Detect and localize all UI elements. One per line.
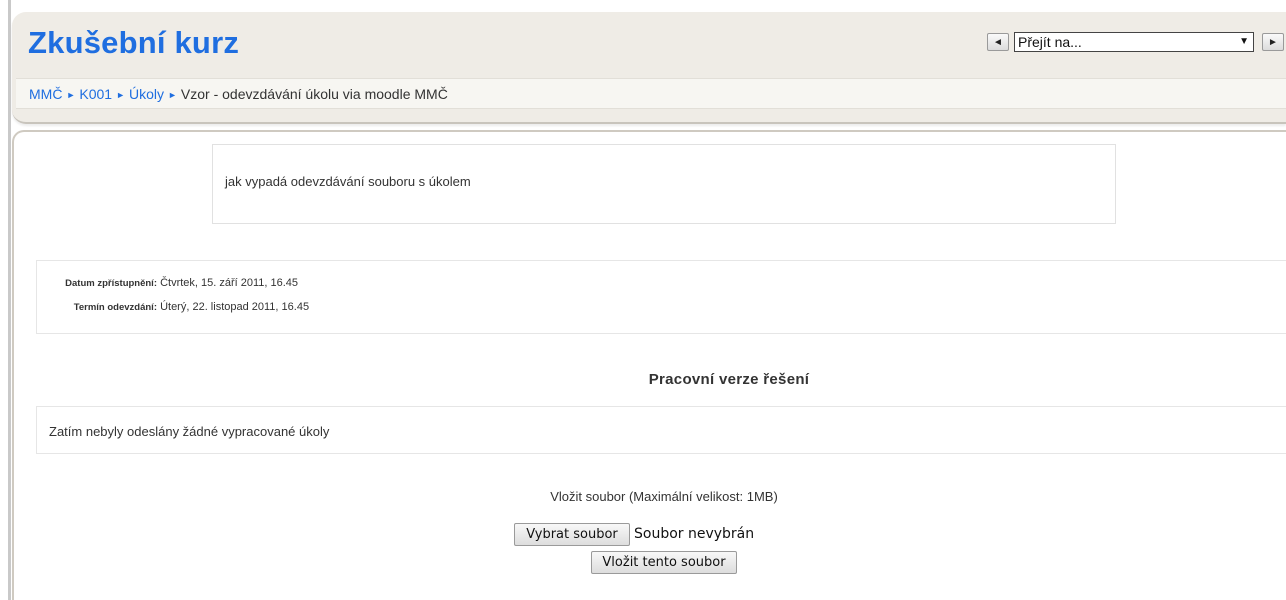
triangle-right-icon: ► [1268,37,1278,48]
breadcrumb-link-mmc[interactable]: MMČ [29,86,62,102]
no-submissions-text: Zatím nebyly odeslány žádné vypracované … [49,424,330,439]
next-activity-button[interactable]: ► [1262,33,1284,51]
choose-file-button[interactable]: Vybrat soubor [514,523,630,546]
left-border [8,0,11,600]
main-content: jak vypadá odevzdávání souboru s úkolem … [12,130,1286,600]
previous-activity-button[interactable]: ◄ [987,33,1009,51]
breadcrumb-separator-icon: ► [116,90,125,100]
submissions-panel: Zatím nebyly odeslány žádné vypracované … [36,406,1286,454]
dates-panel: Datum zpřístupnění: Čtvrtek, 15. září 20… [36,260,1286,334]
jump-to-value: Přejít na... [1018,34,1082,50]
due-date-label: Termín odevzdání: [73,302,157,313]
upload-file-button[interactable]: Vložit tento soubor [591,551,737,574]
draft-heading: Pracovní verze řešení [648,371,810,388]
breadcrumb-link-k001[interactable]: K001 [79,86,112,102]
available-date-label: Datum zpřístupnění: [65,278,157,289]
breadcrumb-current: Vzor - odevzdávání úkolu via moodle MMČ [180,86,448,102]
breadcrumb-separator-icon: ► [66,90,76,100]
available-date-row: Datum zpřístupnění: Čtvrtek, 15. září 20… [37,277,298,289]
due-date-value: Úterý, 22. listopad 2011, 16.45 [160,301,310,313]
file-status-text: Soubor nevybrán [634,526,755,542]
triangle-left-icon: ◄ [993,37,1003,48]
intro-text: jak vypadá odevzdávání souboru s úkolem [225,174,471,189]
upload-label: Vložit soubor (Maximální velikost: 1MB) [550,489,778,504]
breadcrumb: MMČ ► K001 ► Úkoly ► Vzor - odevzdávání úkolu … [16,78,1286,109]
jump-to-select[interactable]: Přejít na... ▼ [1014,32,1254,52]
breadcrumb-link-ukoly[interactable]: Úkoly [129,86,164,102]
breadcrumb-separator-icon: ► [168,90,177,100]
page-header: Zkušební kurz ◄ Přejít na... ▼ ► MMČ ► K00… [12,12,1286,124]
assignment-intro: jak vypadá odevzdávání souboru s úkolem [212,144,1116,224]
course-title: Zkušební kurz [28,25,240,60]
due-date-row: Termín odevzdání: Úterý, 22. listopad 20… [37,301,309,313]
available-date-value: Čtvrtek, 15. září 2011, 16.45 [160,277,299,289]
chevron-down-icon: ▼ [1239,36,1249,47]
